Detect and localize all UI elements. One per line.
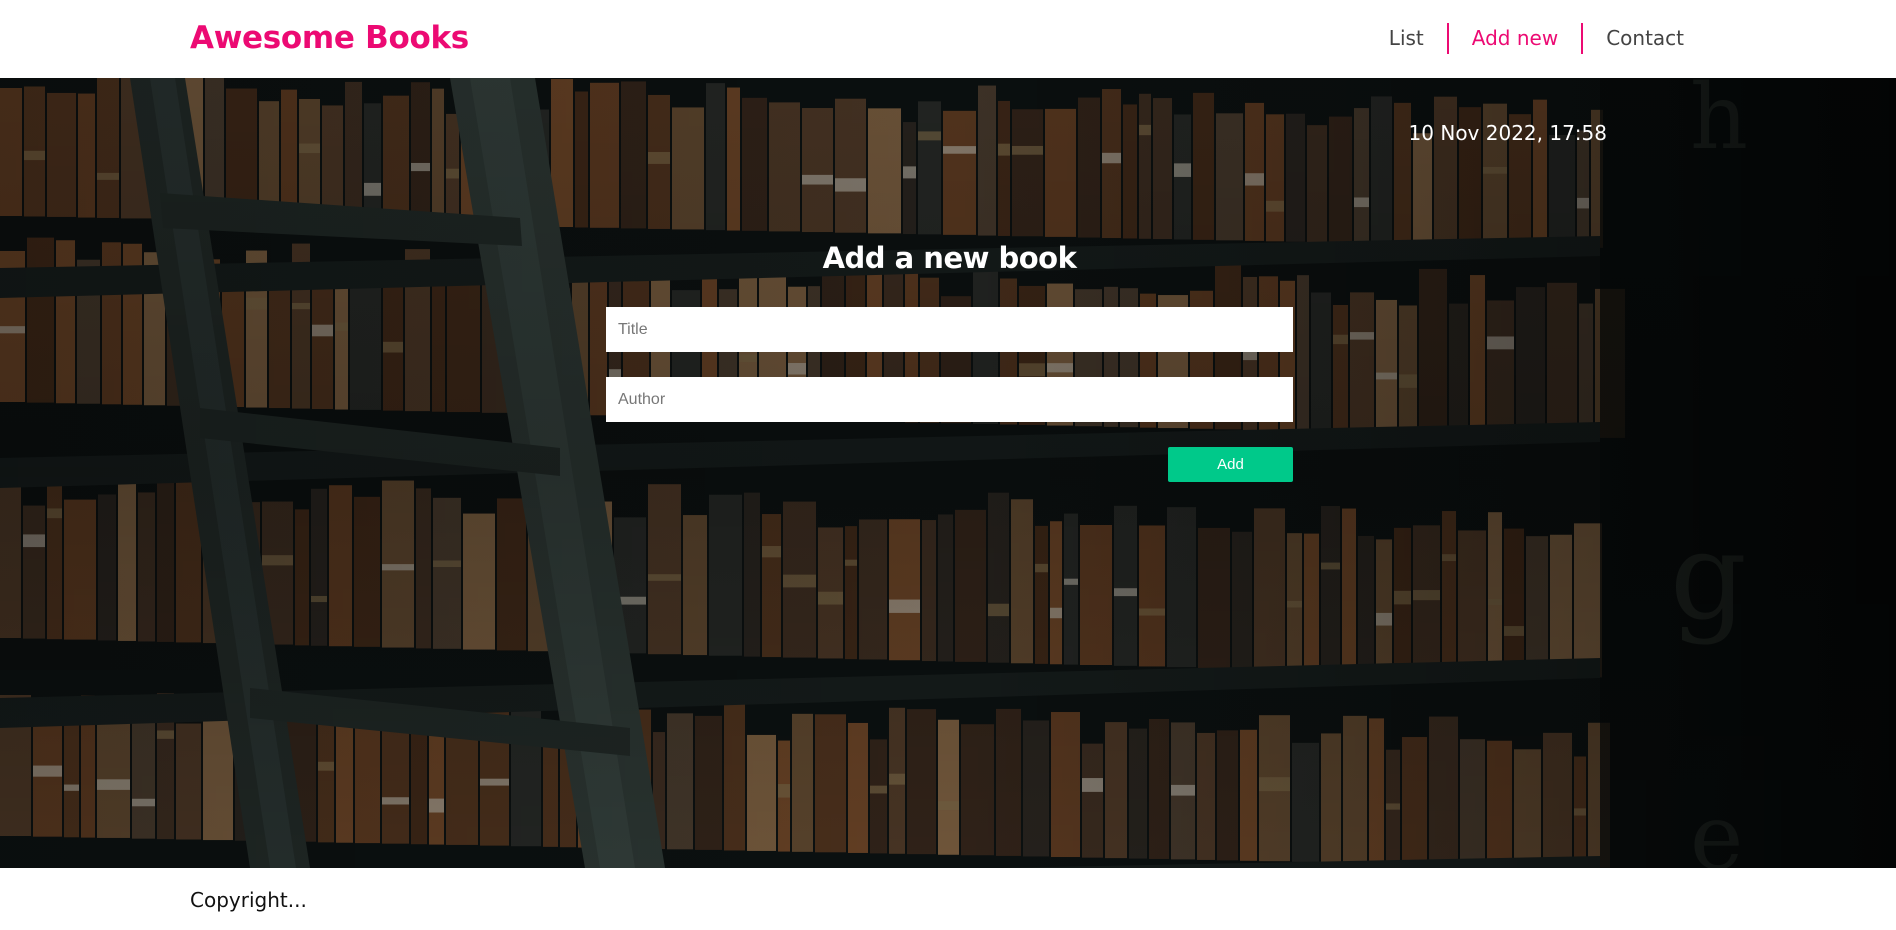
main-nav: List Add new Contact (1366, 22, 1684, 54)
site-footer: Copyright... (0, 868, 1896, 930)
add-book-form: Add a new book Add (606, 236, 1293, 482)
author-input[interactable] (606, 377, 1293, 422)
site-header: Awesome Books List Add new Contact (0, 0, 1896, 78)
site-logo[interactable]: Awesome Books (190, 18, 469, 58)
copyright-text: Copyright... (190, 888, 307, 912)
nav-link-contact[interactable]: Contact (1583, 22, 1684, 54)
nav-link-list[interactable]: List (1366, 22, 1447, 54)
add-book-button[interactable]: Add (1168, 447, 1293, 482)
nav-link-add-new[interactable]: Add new (1449, 22, 1581, 54)
title-input[interactable] (606, 307, 1293, 352)
current-datetime: 10 Nov 2022, 17:58 (1408, 121, 1607, 145)
form-heading: Add a new book (822, 241, 1077, 275)
hero-section: g h e 10 Nov 2022, 17:58 Add a new book … (0, 78, 1896, 868)
